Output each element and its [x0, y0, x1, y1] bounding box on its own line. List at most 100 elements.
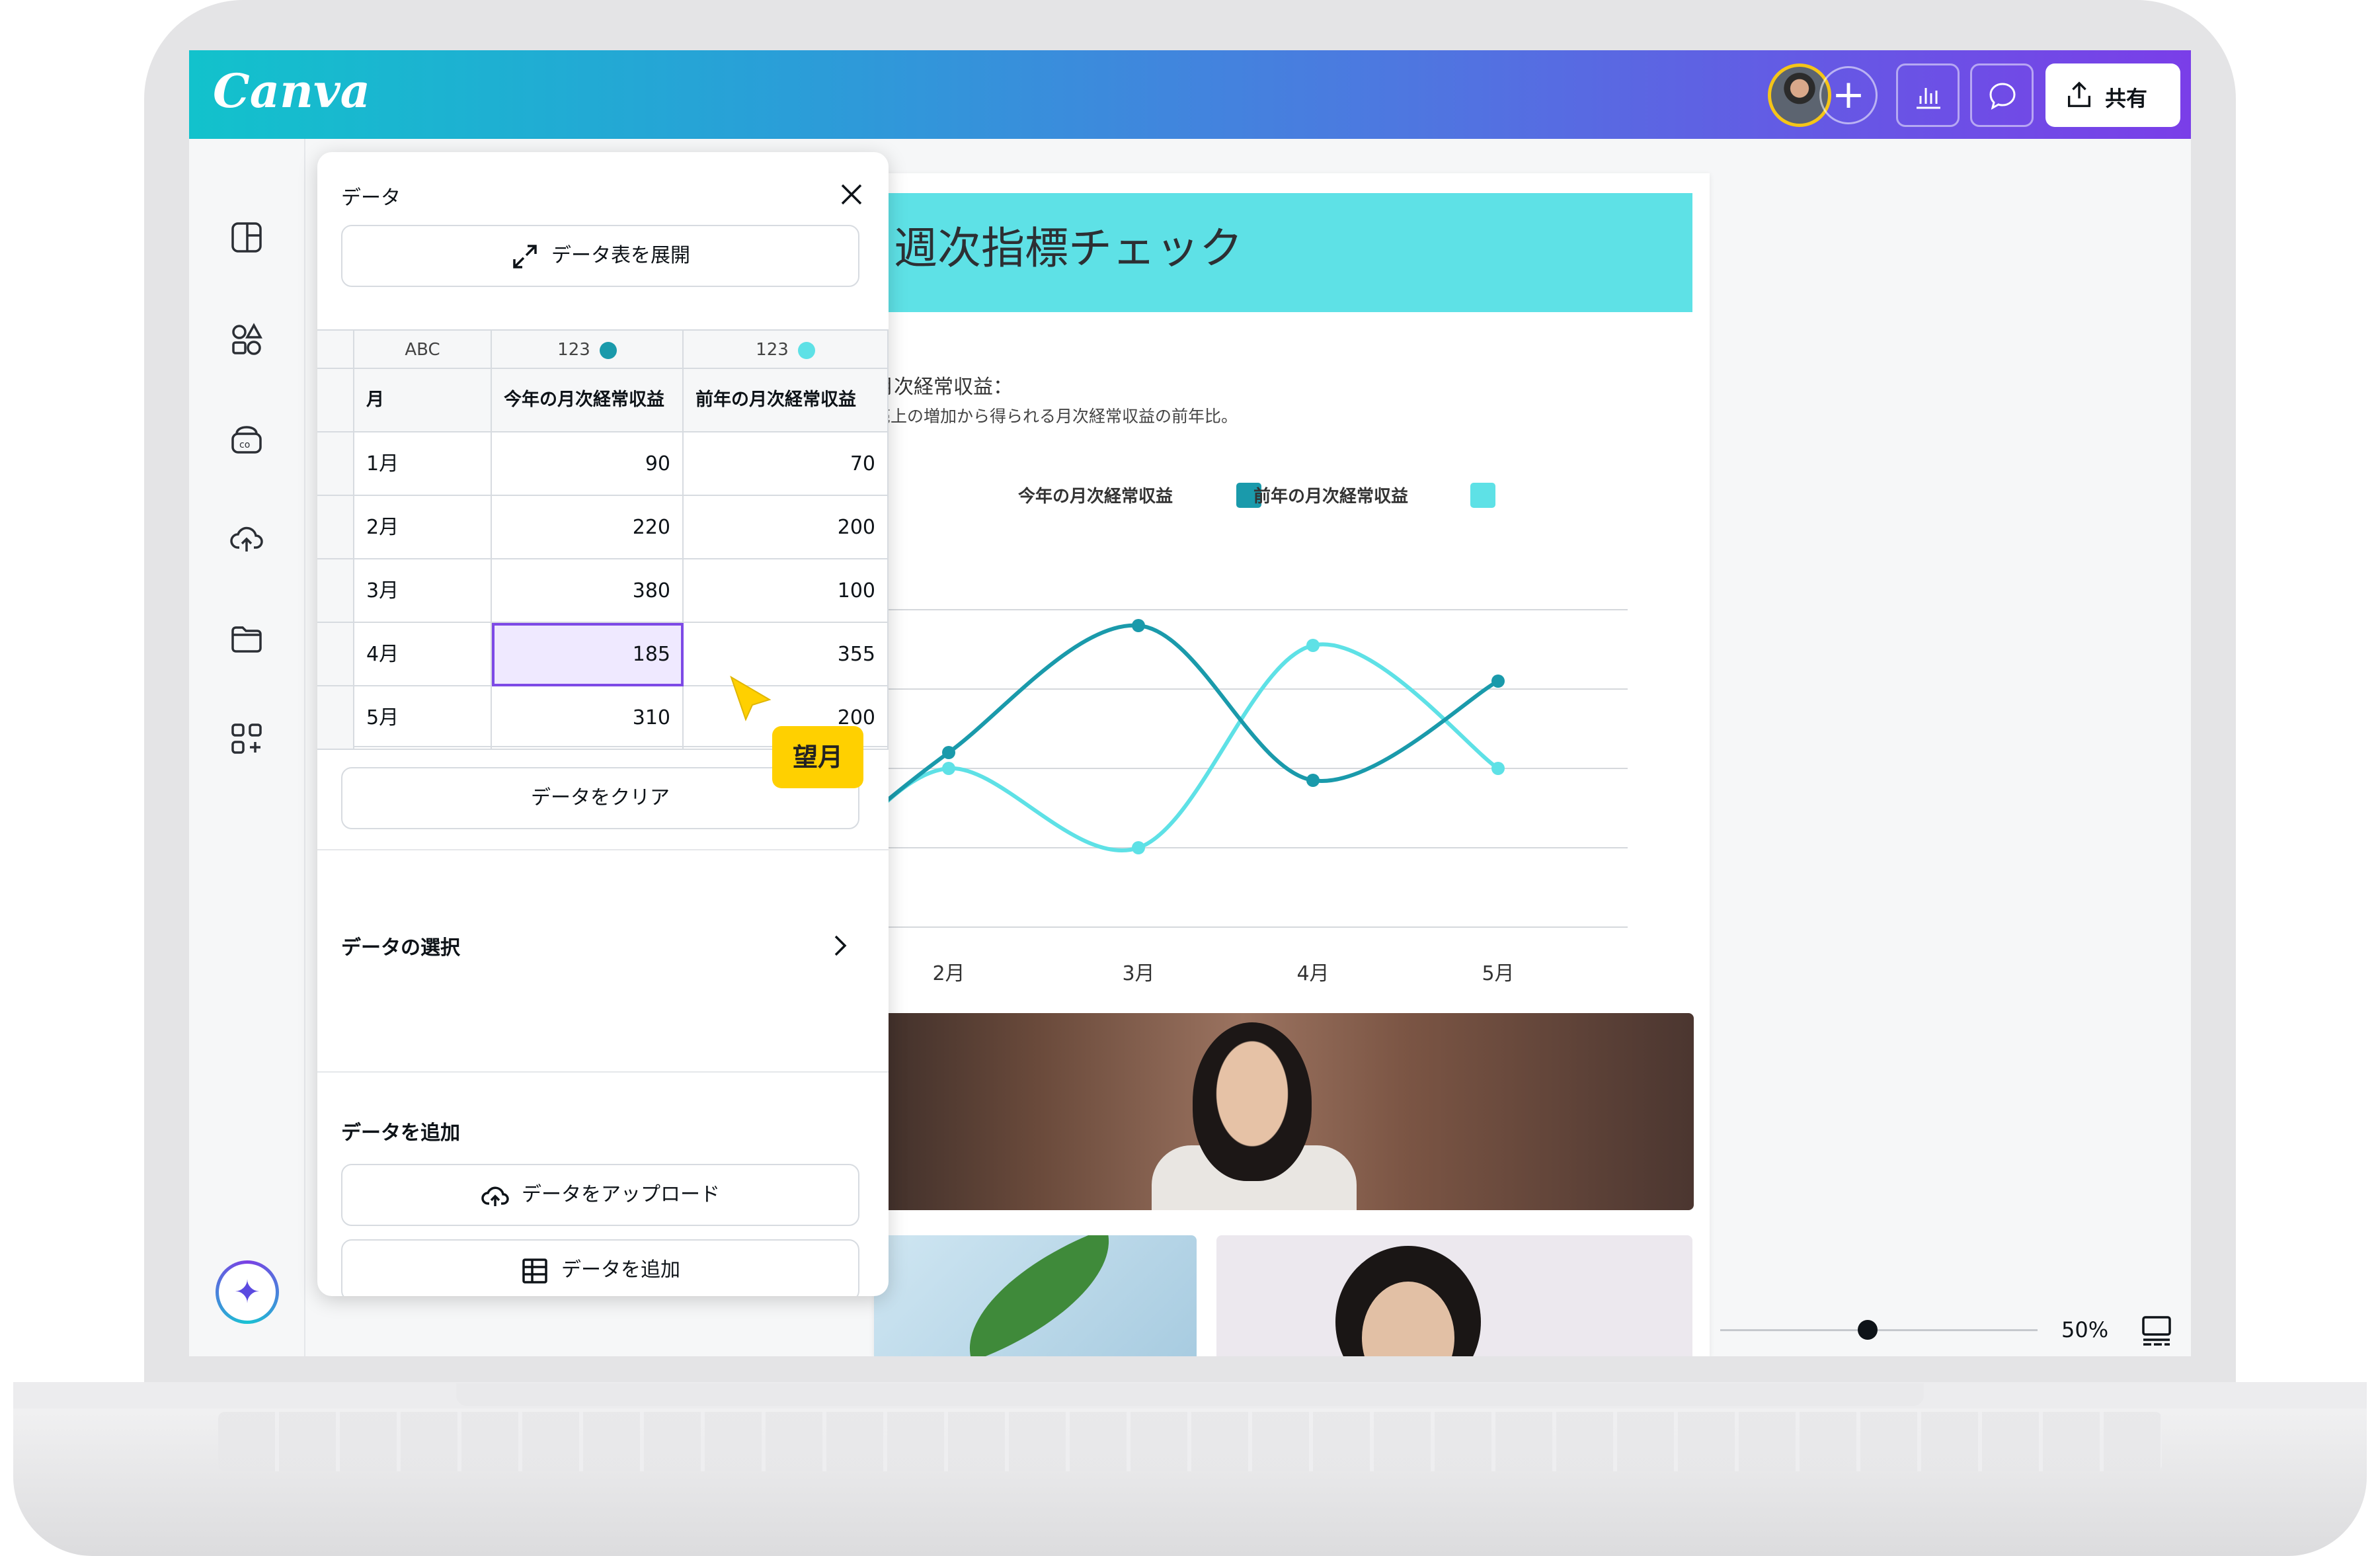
divider [317, 849, 889, 850]
add-data-label: データを追加 [561, 1258, 680, 1282]
add-data-button[interactable]: データを追加 [341, 1239, 859, 1296]
table-cell-month[interactable]: 2月 [354, 496, 492, 559]
zoom-level[interactable]: 50% [2061, 1317, 2108, 1342]
series-color-dot[interactable] [797, 341, 815, 359]
row-index-header [317, 369, 354, 432]
row-index[interactable] [317, 432, 354, 496]
data-point[interactable] [1491, 762, 1505, 775]
expand-table-button[interactable]: データ表を展開 [341, 225, 859, 287]
line-chart[interactable]: 2月 3月 4月 5月 [874, 504, 1710, 1099]
row-index[interactable] [317, 686, 354, 750]
add-collaborator-button[interactable]: + [1819, 66, 1878, 124]
x-tick-label: 2月 [932, 962, 965, 985]
table-cell-last-year[interactable]: 100 [684, 559, 889, 623]
share-button[interactable]: 共有 [2045, 63, 2180, 127]
series-line[interactable] [874, 623, 1499, 856]
row-index[interactable] [317, 559, 354, 623]
data-point[interactable] [1132, 619, 1145, 632]
zoom-slider-thumb[interactable] [1858, 1320, 1878, 1340]
share-icon [2067, 81, 2091, 107]
data-table: ABC 123 123 月今年の月次経常収益 前年の月次経常収益 1月 90 70 2月 220 2… [317, 329, 889, 750]
table-cell-month[interactable]: 5月 [354, 686, 492, 750]
bar-chart-icon [1917, 88, 1940, 109]
elements-icon[interactable] [229, 321, 264, 357]
templates-icon[interactable] [229, 220, 264, 255]
brand-icon[interactable]: co [229, 422, 264, 458]
table-cell-last-year[interactable]: 70 [684, 432, 889, 496]
table-cell-last-year[interactable]: 200 [684, 496, 889, 559]
upload-cloud-icon [481, 1186, 509, 1206]
chevron-right-icon[interactable] [826, 932, 853, 959]
left-rail: co [189, 139, 305, 1356]
design-page[interactable]: 週次指標チェック 月次経常収益： 売上の増加から得られる月次経常収益の前年比。 … [874, 173, 1710, 1356]
series-color-dot[interactable] [599, 341, 617, 359]
select-data-section[interactable]: データの選択 [341, 931, 460, 960]
table-cell-this-year[interactable]: 185 [492, 623, 684, 686]
table-icon [522, 1258, 547, 1284]
svg-text:co: co [239, 440, 250, 450]
magic-assistant-button[interactable]: ✦ [216, 1260, 279, 1324]
row-index[interactable] [317, 496, 354, 559]
table-cell-month[interactable]: 4月 [354, 623, 492, 686]
upload-data-button[interactable]: データをアップロード [341, 1164, 859, 1226]
column-type-label: 123 [557, 340, 590, 360]
design-description[interactable]: 売上の増加から得られる月次経常収益の前年比。 [874, 403, 1238, 427]
close-icon[interactable] [838, 181, 865, 208]
table-cell-month[interactable]: 3月 [354, 559, 492, 623]
top-header: Canva + 共有 [189, 50, 2191, 139]
panel-title: データ [341, 186, 401, 210]
column-header[interactable]: 月 [354, 369, 492, 432]
design-title[interactable]: 週次指標チェック [894, 213, 1243, 276]
column-header[interactable]: 今年の月次経常収益 [492, 369, 684, 432]
upload-data-label: データをアップロード [522, 1183, 720, 1206]
upload-cloud-icon[interactable] [229, 521, 264, 557]
leaf-shape [945, 1235, 1134, 1356]
data-point[interactable] [1132, 841, 1145, 854]
column-type-label: ABC [405, 340, 440, 360]
divider [317, 1071, 889, 1073]
portrait-photo[interactable] [1216, 1235, 1692, 1356]
data-point[interactable] [942, 746, 955, 759]
office-photo[interactable] [874, 1013, 1694, 1210]
x-tick-label: 4月 [1296, 962, 1329, 985]
apps-icon[interactable] [229, 721, 264, 757]
table-cell-this-year[interactable]: 380 [492, 559, 684, 623]
design-subtitle[interactable]: 月次経常収益： [874, 370, 1013, 399]
data-point[interactable] [1491, 675, 1505, 688]
column-type-2[interactable]: 123 [492, 331, 684, 369]
table-cell-month[interactable]: 1月 [354, 432, 492, 496]
expand-table-label: データ表を展開 [551, 244, 690, 267]
column-type-label: 123 [756, 340, 789, 360]
share-label: 共有 [2105, 86, 2148, 111]
keyboard [218, 1412, 2162, 1471]
collaborator-tag: 望月 [772, 726, 863, 788]
column-header[interactable]: 前年の月次経常収益 [684, 369, 889, 432]
leaf-photo[interactable] [874, 1235, 1197, 1356]
row-index[interactable] [317, 623, 354, 686]
zoom-slider-track[interactable] [1720, 1329, 2038, 1331]
expand-icon [513, 244, 537, 268]
data-point[interactable] [1306, 774, 1320, 787]
add-data-section: データを追加 [341, 1122, 460, 1145]
x-tick-label: 3月 [1122, 962, 1154, 985]
table-cell-this-year[interactable]: 90 [492, 432, 684, 496]
clear-data-label: データをクリア [531, 786, 670, 809]
page-grid-view-icon[interactable] [2139, 1313, 2174, 1348]
table-cell-this-year[interactable]: 310 [492, 686, 684, 750]
app-screen: Canva + 共有 co ✦ 週次指標チェック 月次経常収益： 売上の増加から… [189, 50, 2191, 1356]
canva-logo[interactable]: Canva [213, 63, 370, 118]
data-point[interactable] [1306, 639, 1320, 652]
x-tick-label: 5月 [1482, 962, 1514, 985]
comments-button[interactable] [1970, 63, 2034, 127]
column-type-3[interactable]: 123 [684, 331, 889, 369]
column-type-1[interactable]: ABC [354, 331, 492, 369]
projects-folder-icon[interactable] [229, 622, 264, 657]
series-line[interactable] [874, 642, 1499, 872]
table-cell-this-year[interactable]: 220 [492, 496, 684, 559]
data-point[interactable] [942, 762, 955, 775]
comment-icon [1989, 83, 2016, 110]
laptop-notch [456, 1383, 1924, 1406]
table-cell-last-year[interactable]: 355 [684, 623, 889, 686]
insights-button[interactable] [1896, 63, 1960, 127]
collaborator-cursor-icon [730, 675, 772, 721]
